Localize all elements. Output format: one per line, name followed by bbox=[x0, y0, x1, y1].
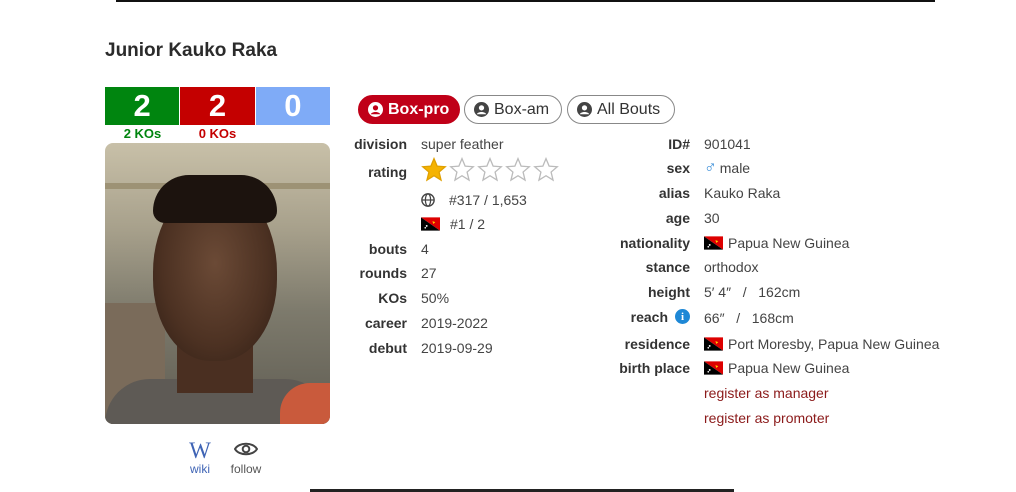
png-flag-icon bbox=[421, 217, 440, 231]
age-label: age bbox=[665, 210, 690, 226]
career-value: 2019-2022 bbox=[421, 315, 488, 331]
reach-label: reach bbox=[630, 309, 668, 325]
globe-icon bbox=[421, 193, 435, 207]
wins-count: 2 bbox=[105, 87, 180, 125]
world-rank: #317 / 1,653 bbox=[421, 192, 527, 208]
country-rank-value: #1 / 2 bbox=[450, 216, 486, 232]
birthplace-value: Papua New Guinea bbox=[704, 360, 849, 376]
user-circle-icon bbox=[368, 102, 383, 117]
bouts-label: bouts bbox=[368, 241, 407, 257]
rounds-label: rounds bbox=[359, 265, 407, 281]
nationality-label: nationality bbox=[619, 235, 690, 251]
top-divider bbox=[116, 0, 935, 2]
division-label: division bbox=[354, 136, 407, 152]
height-label: height bbox=[648, 284, 690, 300]
residence-label: residence bbox=[624, 336, 690, 352]
birthplace-text: Papua New Guinea bbox=[728, 360, 850, 376]
id-label: ID# bbox=[668, 136, 690, 152]
wikipedia-icon: W bbox=[189, 438, 211, 463]
birthplace-label: birth place bbox=[619, 360, 690, 376]
losses-count: 2 bbox=[179, 87, 256, 125]
bouts-value: 4 bbox=[421, 241, 429, 257]
page-title: Junior Kauko Raka bbox=[105, 40, 278, 61]
id-value: 901041 bbox=[704, 136, 751, 152]
tab-box-pro[interactable]: Box-pro bbox=[358, 95, 460, 124]
alias-value: Kauko Raka bbox=[704, 185, 781, 201]
follow-label: follow bbox=[230, 462, 262, 476]
record-summary: 2 2 0 bbox=[105, 87, 330, 125]
boxer-photo bbox=[105, 143, 330, 424]
height-value: 5′ 4″ / 162cm bbox=[704, 284, 801, 300]
sex-text: male bbox=[719, 160, 751, 176]
tab-all-bouts[interactable]: All Bouts bbox=[567, 95, 675, 124]
reach-value: 66″ / 168cm bbox=[704, 310, 794, 326]
division-value: super feather bbox=[421, 136, 504, 152]
career-label: career bbox=[364, 315, 407, 331]
win-kos: 2 KOs bbox=[123, 126, 162, 141]
country-rank: #1 / 2 bbox=[421, 216, 485, 232]
png-flag-icon bbox=[704, 236, 723, 250]
wiki-label: wiki bbox=[190, 462, 210, 476]
follow-link[interactable]: follow bbox=[226, 440, 266, 476]
world-rank-value: #317 / 1,653 bbox=[449, 192, 527, 208]
png-flag-icon bbox=[704, 337, 723, 351]
rating-stars bbox=[421, 157, 561, 183]
star-empty-icon bbox=[477, 157, 503, 182]
sex-label: sex bbox=[666, 160, 690, 176]
profile-links: W wiki follow bbox=[180, 438, 280, 480]
residence-value: Port Moresby, Papua New Guinea bbox=[704, 336, 939, 352]
debut-value: 2019-09-29 bbox=[421, 340, 493, 356]
star-empty-icon bbox=[533, 157, 559, 182]
user-circle-icon bbox=[474, 102, 489, 117]
stance-value: orthodox bbox=[704, 259, 759, 275]
register-manager-link[interactable]: register as manager bbox=[704, 385, 829, 401]
age-value: 30 bbox=[704, 210, 720, 226]
nationality-value: Papua New Guinea bbox=[704, 235, 849, 251]
tab-box-am[interactable]: Box-am bbox=[464, 95, 562, 124]
star-filled-icon bbox=[421, 157, 447, 182]
residence-text: Port Moresby, Papua New Guinea bbox=[728, 336, 940, 352]
kos-label: KOs bbox=[378, 290, 407, 306]
rounds-value: 27 bbox=[421, 265, 437, 281]
wiki-link[interactable]: W wiki bbox=[180, 438, 220, 476]
register-promoter-link[interactable]: register as promoter bbox=[704, 410, 829, 426]
eye-icon bbox=[226, 440, 266, 462]
star-empty-icon bbox=[449, 157, 475, 182]
kos-value: 50% bbox=[421, 290, 450, 306]
stance-label: stance bbox=[645, 259, 690, 275]
debut-label: debut bbox=[368, 340, 407, 356]
tab-box-am-label: Box-am bbox=[494, 100, 550, 118]
star-empty-icon bbox=[505, 157, 531, 182]
user-circle-icon bbox=[577, 102, 592, 117]
draws-count: 0 bbox=[255, 87, 330, 125]
loss-kos: 0 KOs bbox=[198, 126, 237, 141]
png-flag-icon bbox=[704, 361, 723, 375]
male-icon: ♂ bbox=[704, 158, 717, 177]
rating-label: rating bbox=[368, 164, 407, 180]
nationality-text: Papua New Guinea bbox=[728, 235, 850, 251]
sex-value: ♂ male bbox=[704, 158, 750, 178]
info-icon[interactable]: i bbox=[675, 309, 690, 324]
alias-label: alias bbox=[658, 185, 690, 201]
tab-all-bouts-label: All Bouts bbox=[597, 100, 661, 118]
tab-box-pro-label: Box-pro bbox=[388, 100, 450, 118]
